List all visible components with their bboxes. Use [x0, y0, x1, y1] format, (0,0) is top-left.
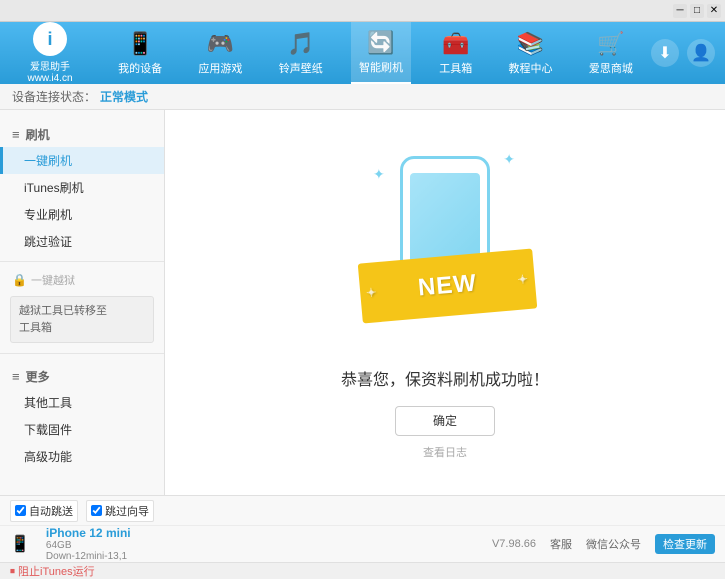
- sidebar-divider-2: [0, 353, 164, 354]
- support-link[interactable]: 客服: [550, 536, 572, 552]
- device-panel: 📱 iPhone 12 mini 64GB Down-12mini-13,1: [10, 526, 131, 562]
- auto-jump-checkbox[interactable]: 自动跳送: [10, 500, 78, 522]
- logo-name: 爱思助手: [30, 58, 70, 73]
- logo-area: i 爱思助手 www.i4.cn: [0, 22, 100, 84]
- nav-think-store[interactable]: 🛒 爱思商城: [581, 22, 641, 84]
- nav-ringtones-label: 铃声壁纸: [279, 60, 323, 76]
- bottom-row1: 自动跳送 跳过向导: [0, 496, 725, 526]
- device-model: Down-12mini-13,1: [46, 551, 131, 562]
- nav-my-device[interactable]: 📱 我的设备: [110, 22, 170, 84]
- nav-smart-flash[interactable]: 🔄 智能刷机: [351, 22, 411, 84]
- nav-right-actions: ⬇ 👤: [651, 39, 725, 67]
- skip-wizard-checkbox[interactable]: 跳过向导: [86, 500, 154, 522]
- illustration: ✦ ✦ ✦ NEW: [345, 146, 545, 346]
- sidebar-pro-flash[interactable]: 专业刷机: [0, 201, 164, 228]
- navbar: i 爱思助手 www.i4.cn 📱 我的设备 🎮 应用游戏 🎵 铃声壁纸 🔄 …: [0, 22, 725, 84]
- more-section-icon: ≡: [12, 369, 20, 384]
- sidebar-advanced[interactable]: 高级功能: [0, 443, 164, 470]
- nav-think-store-label: 爱思商城: [589, 60, 633, 76]
- stop-itunes-icon: ⏹: [10, 566, 15, 577]
- more-section-title: ≡ 更多: [0, 364, 164, 389]
- sparkle-1: ✦: [373, 166, 385, 183]
- download-button[interactable]: ⬇: [651, 39, 679, 67]
- jailbreak-notice: 越狱工具已转移至 工具箱: [10, 296, 154, 343]
- sidebar-one-click-flash[interactable]: 一键刷机: [0, 147, 164, 174]
- minimize-button[interactable]: ─: [673, 4, 687, 18]
- nav-apps-games-label: 应用游戏: [198, 60, 242, 76]
- stop-itunes[interactable]: ⏹ 阻止iTunes运行: [10, 563, 95, 579]
- stop-itunes-label: 阻止iTunes运行: [18, 563, 95, 579]
- sidebar-other-tools[interactable]: 其他工具: [0, 389, 164, 416]
- status-label: 设备连接状态：: [12, 88, 96, 105]
- success-text: 恭喜您，保资料刷机成功啦！: [341, 366, 549, 390]
- device-info: iPhone 12 mini 64GB Down-12mini-13,1: [46, 526, 131, 562]
- nav-ringtones[interactable]: 🎵 铃声壁纸: [271, 22, 331, 84]
- sidebar: ≡ 刷机 一键刷机 iTunes刷机 专业刷机 跳过验证 🔒 一键越狱 越狱工具…: [0, 110, 165, 495]
- full-bottom: 自动跳送 跳过向导 📱 iPhone 12 mini 64GB Down-12m…: [0, 495, 725, 563]
- flash-section-title: ≡ 刷机: [0, 122, 164, 147]
- version-text: V7.98.66: [492, 538, 536, 550]
- sidebar-itunes-flash[interactable]: iTunes刷机: [0, 174, 164, 201]
- smart-flash-icon: 🔄: [367, 30, 394, 56]
- bottom-status-right: V7.98.66 客服 微信公众号 检查更新: [492, 534, 715, 554]
- sidebar-skip-verify[interactable]: 跳过验证: [0, 228, 164, 255]
- nav-tutorial-label: 教程中心: [509, 60, 553, 76]
- nav-items: 📱 我的设备 🎮 应用游戏 🎵 铃声壁纸 🔄 智能刷机 🧰 工具箱 📚 教程中心…: [100, 22, 651, 84]
- sidebar-divider-1: [0, 261, 164, 262]
- bottom-row2: 📱 iPhone 12 mini 64GB Down-12mini-13,1 V…: [0, 526, 725, 562]
- new-ribbon: NEW: [358, 248, 538, 323]
- status-value: 正常模式: [100, 88, 148, 105]
- nav-smart-flash-label: 智能刷机: [359, 59, 403, 75]
- ringtones-icon: 🎵: [287, 31, 314, 57]
- status-bar: 设备连接状态： 正常模式: [0, 84, 725, 110]
- confirm-button[interactable]: 确定: [395, 406, 495, 436]
- main-content: ≡ 刷机 一键刷机 iTunes刷机 专业刷机 跳过验证 🔒 一键越狱 越狱工具…: [0, 110, 725, 495]
- sidebar-download-fw[interactable]: 下载固件: [0, 416, 164, 443]
- sparkle-2: ✦: [503, 151, 515, 168]
- auto-jump-label: 自动跳送: [29, 503, 73, 519]
- jailbreak-section-title: 🔒 一键越狱: [0, 268, 164, 292]
- device-phone-icon: 📱: [10, 534, 30, 554]
- skip-wizard-input[interactable]: [91, 505, 102, 516]
- close-button[interactable]: ✕: [707, 4, 721, 18]
- flash-section-icon: ≡: [12, 127, 20, 142]
- update-button[interactable]: 检查更新: [655, 534, 715, 554]
- center-area: ✦ ✦ ✦ NEW 恭喜您，保资料刷机成功啦！ 确定 查看日志: [165, 110, 725, 495]
- logo-site: www.i4.cn: [27, 73, 72, 84]
- auto-jump-input[interactable]: [15, 505, 26, 516]
- user-button[interactable]: 👤: [687, 39, 715, 67]
- tutorial-icon: 📚: [517, 31, 544, 57]
- skip-wizard-label: 跳过向导: [105, 503, 149, 519]
- nav-toolbox[interactable]: 🧰 工具箱: [431, 22, 480, 84]
- my-device-icon: 📱: [126, 31, 153, 57]
- device-storage: 64GB: [46, 540, 131, 551]
- secondary-link[interactable]: 查看日志: [423, 444, 467, 460]
- nav-my-device-label: 我的设备: [118, 60, 162, 76]
- nav-apps-games[interactable]: 🎮 应用游戏: [190, 22, 250, 84]
- nav-toolbox-label: 工具箱: [439, 60, 472, 76]
- apps-games-icon: 🎮: [207, 31, 234, 57]
- toolbox-icon: 🧰: [442, 31, 469, 57]
- nav-tutorial[interactable]: 📚 教程中心: [501, 22, 561, 84]
- title-bar: ─ □ ✕: [0, 0, 725, 22]
- device-name: iPhone 12 mini: [46, 526, 131, 540]
- logo-icon: i: [33, 22, 67, 56]
- think-store-icon: 🛒: [597, 31, 624, 57]
- maximize-button[interactable]: □: [690, 4, 704, 18]
- wechat-link[interactable]: 微信公众号: [586, 536, 641, 552]
